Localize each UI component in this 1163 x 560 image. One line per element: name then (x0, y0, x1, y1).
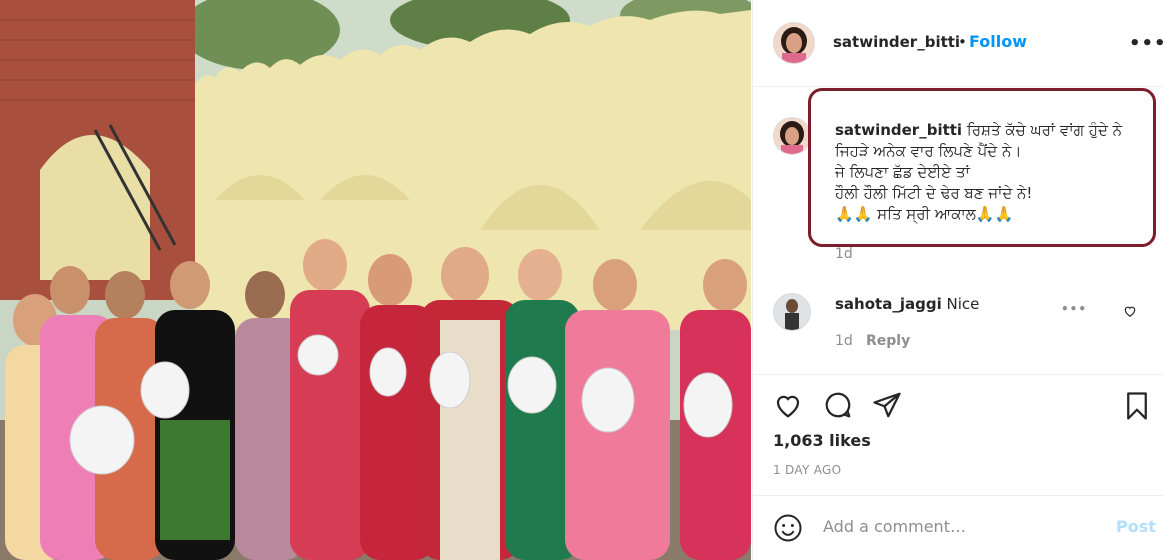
caption-highlight-box (808, 88, 1156, 247)
post-age[interactable]: 1 DAY AGO (773, 463, 841, 477)
actions-divider (753, 374, 1163, 375)
emoji-icon[interactable] (773, 513, 803, 547)
caption-time[interactable]: 1d (835, 246, 853, 262)
comment-text: Nice (946, 295, 980, 313)
bookmark-icon[interactable] (1122, 390, 1152, 426)
comment-more-icon[interactable]: ••• (1061, 302, 1087, 316)
reply-button[interactable]: Reply (866, 333, 910, 349)
post-comment-button[interactable]: Post (1116, 517, 1156, 536)
post-photo-illustration (0, 0, 751, 560)
comment: sahota_jaggi Nice (835, 295, 979, 313)
comment-box-divider (753, 495, 1163, 496)
add-comment-input[interactable]: Add a comment… (823, 517, 966, 536)
commenter-avatar[interactable] (773, 293, 811, 331)
post-details-panel: satwinder_bitti • Follow ••• satwinder_b… (752, 0, 1163, 560)
comment-icon[interactable] (822, 390, 854, 424)
caption-avatar[interactable] (773, 117, 811, 155)
author-username[interactable]: satwinder_bitti (833, 33, 960, 51)
caption-avatar-image (774, 118, 810, 154)
comment-time[interactable]: 1d (835, 333, 853, 349)
heart-icon[interactable] (772, 390, 804, 424)
post-photo (0, 0, 751, 560)
separator-dot: • (958, 33, 967, 51)
commenter-username[interactable]: sahota_jaggi (835, 295, 942, 313)
follow-button[interactable]: Follow (969, 32, 1027, 51)
author-avatar[interactable] (773, 22, 815, 64)
author-avatar-image (774, 23, 814, 63)
post-header: satwinder_bitti • Follow ••• (753, 0, 1163, 87)
share-icon[interactable] (871, 390, 903, 424)
more-options-icon[interactable]: ••• (1129, 33, 1163, 54)
small-heart-icon[interactable] (1123, 303, 1137, 322)
likes-count[interactable]: 1,063 likes (773, 431, 871, 450)
commenter-avatar-image (774, 294, 810, 330)
